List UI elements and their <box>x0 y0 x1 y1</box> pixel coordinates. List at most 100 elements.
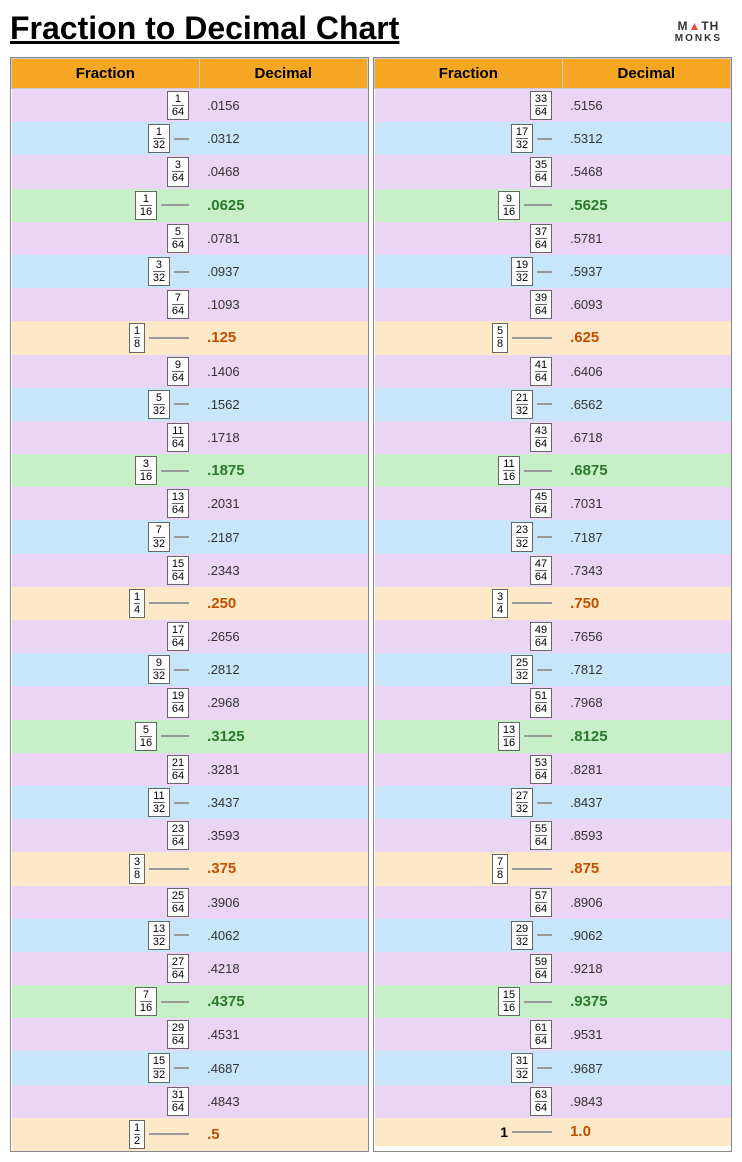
table-row: 19 32 .5937 <box>375 255 731 288</box>
table-row: 25 64 .3906 <box>12 886 368 919</box>
decimal-cell: .0625 <box>199 189 367 222</box>
table-row: 1 64 .0156 <box>12 89 368 123</box>
decimal-cell: .250 <box>199 587 367 620</box>
table-row: 55 64 .8593 <box>375 819 731 852</box>
fraction-cell: 9 32 <box>12 653 200 686</box>
fraction-cell: 5 64 <box>12 222 200 255</box>
decimal-cell: .7031 <box>562 487 730 520</box>
fraction-cell: 21 32 <box>375 388 563 421</box>
fraction-cell: 3 32 <box>12 255 200 288</box>
right-decimal-header: Decimal <box>562 59 730 89</box>
decimal-cell: .4375 <box>199 985 367 1018</box>
table-row: 15 64 .2343 <box>12 554 368 587</box>
fraction-cell: 1 32 <box>12 122 200 155</box>
fraction-cell: 15 64 <box>12 554 200 587</box>
decimal-cell: .875 <box>562 852 730 885</box>
table-row: 13 16 .8125 <box>375 720 731 753</box>
table-row: 9 16 .5625 <box>375 189 731 222</box>
fraction-cell: 35 64 <box>375 155 563 188</box>
decimal-cell: .375 <box>199 852 367 885</box>
fraction-cell: 49 64 <box>375 620 563 653</box>
fraction-cell: 61 64 <box>375 1018 563 1051</box>
table-row: 59 64 .9218 <box>375 952 731 985</box>
fraction-cell: 7 64 <box>12 288 200 321</box>
decimal-cell: .8125 <box>562 720 730 753</box>
fraction-cell: 17 64 <box>12 620 200 653</box>
table-row: 15 16 .9375 <box>375 985 731 1018</box>
table-row: 3 8 .375 <box>12 852 368 885</box>
decimal-cell: .7187 <box>562 520 730 553</box>
table-row: 7 8 .875 <box>375 852 731 885</box>
fraction-cell: 39 64 <box>375 288 563 321</box>
decimal-cell: .5156 <box>562 89 730 123</box>
fraction-cell: 27 32 <box>375 786 563 819</box>
table-row: 5 8 .625 <box>375 321 731 354</box>
table-row: 3 16 .1875 <box>12 454 368 487</box>
table-row: 51 64 .7968 <box>375 686 731 719</box>
table-row: 11 16 .6875 <box>375 454 731 487</box>
table-row: 33 64 .5156 <box>375 89 731 123</box>
decimal-cell: .2187 <box>199 520 367 553</box>
decimal-cell: .7656 <box>562 620 730 653</box>
decimal-cell: .0781 <box>199 222 367 255</box>
decimal-cell: .2031 <box>199 487 367 520</box>
fraction-cell: 1 8 <box>12 321 200 354</box>
table-row: 5 32 .1562 <box>12 388 368 421</box>
fraction-cell: 25 64 <box>12 886 200 919</box>
decimal-cell: .3281 <box>199 753 367 786</box>
decimal-cell: .8593 <box>562 819 730 852</box>
fraction-cell: 3 16 <box>12 454 200 487</box>
fraction-cell: 1 <box>375 1118 563 1146</box>
fraction-cell: 13 64 <box>12 487 200 520</box>
decimal-cell: .125 <box>199 321 367 354</box>
fraction-cell: 7 16 <box>12 985 200 1018</box>
table-row: 41 64 .6406 <box>375 355 731 388</box>
decimal-cell: .3906 <box>199 886 367 919</box>
table-row: 9 64 .1406 <box>12 355 368 388</box>
decimal-cell: .0156 <box>199 89 367 123</box>
table-row: 1 4 .250 <box>12 587 368 620</box>
fraction-cell: 9 64 <box>12 355 200 388</box>
decimal-cell: .6406 <box>562 355 730 388</box>
decimal-cell: .0468 <box>199 155 367 188</box>
table-row: 13 32 .4062 <box>12 919 368 952</box>
table-row: 57 64 .8906 <box>375 886 731 919</box>
left-table: Fraction Decimal 1 64 .0156 1 32 .0312 3… <box>10 57 369 1152</box>
left-fraction-header: Fraction <box>12 59 200 89</box>
right-fraction-header: Fraction <box>375 59 563 89</box>
table-row: 7 16 .4375 <box>12 985 368 1018</box>
decimal-cell: .8281 <box>562 753 730 786</box>
table-row: 23 64 .3593 <box>12 819 368 852</box>
decimal-cell: .9531 <box>562 1018 730 1051</box>
decimal-cell: .1875 <box>199 454 367 487</box>
fraction-cell: 13 16 <box>375 720 563 753</box>
table-row: 27 64 .4218 <box>12 952 368 985</box>
table-row: 7 32 .2187 <box>12 520 368 553</box>
decimal-cell: .5468 <box>562 155 730 188</box>
table-row: 11 32 .3437 <box>12 786 368 819</box>
fraction-cell: 15 32 <box>12 1051 200 1084</box>
fraction-cell: 59 64 <box>375 952 563 985</box>
fraction-cell: 1 16 <box>12 189 200 222</box>
table-row: 3 64 .0468 <box>12 155 368 188</box>
decimal-cell: .6562 <box>562 388 730 421</box>
table-row: 1 2 .5 <box>12 1118 368 1151</box>
fraction-cell: 3 4 <box>375 587 563 620</box>
table-row: 35 64 .5468 <box>375 155 731 188</box>
right-table: Fraction Decimal 33 64 .5156 17 32 .5312… <box>373 57 732 1152</box>
decimal-cell: .1093 <box>199 288 367 321</box>
table-row: 61 64 .9531 <box>375 1018 731 1051</box>
fraction-cell: 19 32 <box>375 255 563 288</box>
fraction-cell: 29 32 <box>375 919 563 952</box>
fraction-cell: 23 64 <box>12 819 200 852</box>
table-row: 23 32 .7187 <box>375 520 731 553</box>
decimal-cell: .1406 <box>199 355 367 388</box>
table-row: 27 32 .8437 <box>375 786 731 819</box>
fraction-cell: 63 64 <box>375 1085 563 1118</box>
decimal-cell: .750 <box>562 587 730 620</box>
decimal-cell: .5 <box>199 1118 367 1151</box>
fraction-cell: 41 64 <box>375 355 563 388</box>
decimal-cell: .5781 <box>562 222 730 255</box>
chart-container: Fraction Decimal 1 64 .0156 1 32 .0312 3… <box>10 57 732 1152</box>
fraction-cell: 45 64 <box>375 487 563 520</box>
